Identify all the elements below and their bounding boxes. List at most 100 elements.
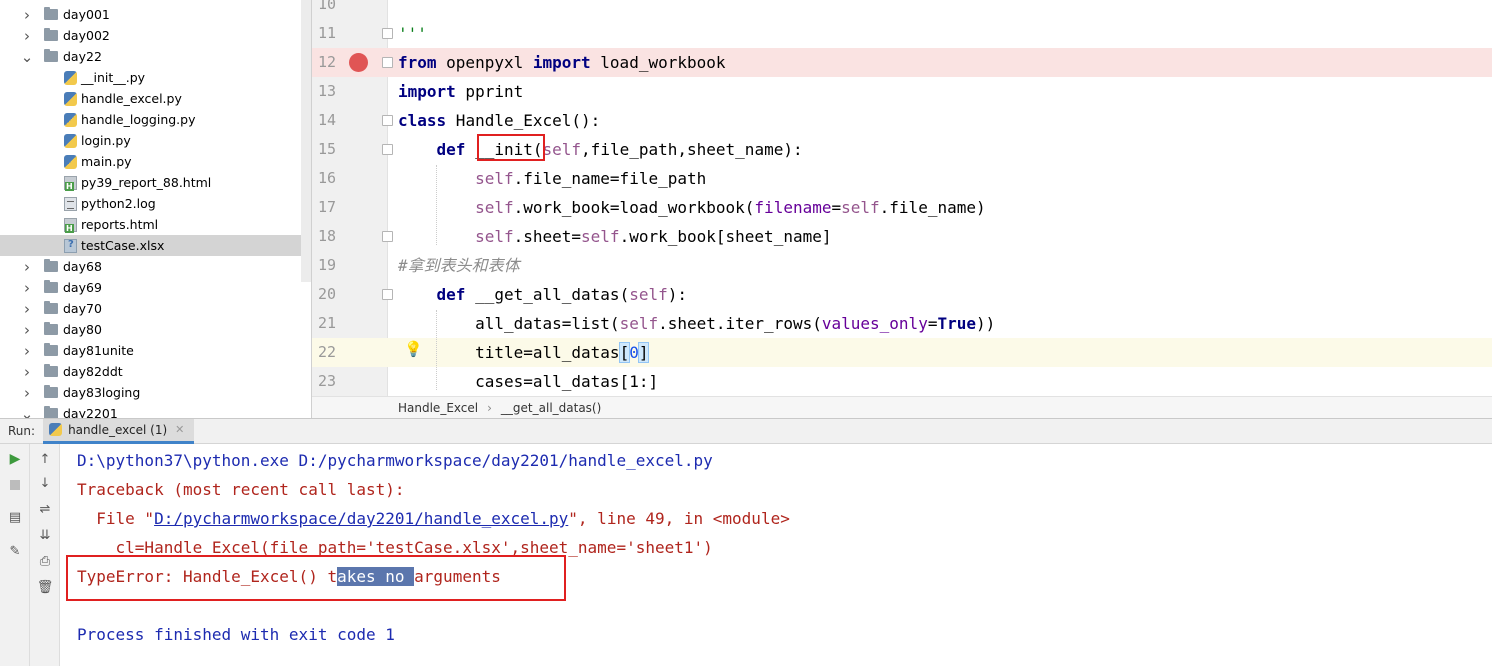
- fold-icon[interactable]: [382, 144, 393, 155]
- tree-file[interactable]: py39_report_88.html: [0, 172, 302, 193]
- tree-file[interactable]: handle_excel.py: [0, 88, 302, 109]
- tree-item-label: day002: [63, 28, 110, 43]
- print-icon[interactable]: ⎙: [30, 550, 60, 572]
- fold-icon[interactable]: [382, 289, 393, 300]
- chevron-right-icon[interactable]: ›: [20, 25, 34, 46]
- tree-folder[interactable]: › day80: [0, 319, 302, 340]
- code-token: all_datas=list(: [398, 314, 620, 333]
- code-line[interactable]: 12 from openpyxl import load_workbook: [312, 48, 1492, 77]
- console-actions: ↑ ↓ ⇌ ⇊ ⎙ 🗑: [30, 444, 60, 666]
- tree-folder[interactable]: ⌄ day22: [0, 46, 302, 67]
- code-token: __get_all_datas(: [465, 285, 630, 304]
- arrow-up-icon[interactable]: ↑: [30, 448, 60, 470]
- breadcrumb-method[interactable]: __get_all_datas(): [501, 401, 601, 415]
- tree-item-label: main.py: [81, 154, 132, 169]
- chevron-down-icon[interactable]: ⌄: [20, 46, 34, 67]
- line-number: 18: [317, 227, 336, 245]
- annotation-box-init: [477, 134, 545, 161]
- fold-icon[interactable]: [382, 28, 393, 39]
- console-line: Process finished with exit code 1: [77, 620, 395, 649]
- tree-file[interactable]: reports.html: [0, 214, 302, 235]
- chevron-right-icon[interactable]: ›: [20, 361, 34, 382]
- arrow-down-icon[interactable]: ↓: [30, 472, 60, 494]
- tree-file[interactable]: python2.log: [0, 193, 302, 214]
- folder-icon: [44, 322, 58, 335]
- code-text: self.sheet=self.work_book[sheet_name]: [398, 222, 831, 251]
- console-output[interactable]: D:\python37\python.exe D:/pycharmworkspa…: [60, 444, 1492, 666]
- line-number: 21: [317, 314, 336, 332]
- layout-icon[interactable]: ▤: [0, 506, 30, 528]
- tree-scrollbar[interactable]: [301, 0, 311, 282]
- tab-run-config[interactable]: handle_excel (1) ✕: [43, 418, 195, 444]
- code-line[interactable]: 11 ''': [312, 19, 1492, 48]
- python-icon: [49, 423, 63, 436]
- code-line[interactable]: 16 self.file_name=file_path: [312, 164, 1492, 193]
- code-line[interactable]: 21 all_datas=list(self.sheet.iter_rows(v…: [312, 309, 1492, 338]
- fold-icon[interactable]: [382, 115, 393, 126]
- chevron-right-icon[interactable]: ›: [20, 340, 34, 361]
- chevron-right-icon[interactable]: ›: [20, 4, 34, 25]
- chevron-right-icon[interactable]: ›: [20, 256, 34, 277]
- scroll-to-end-icon[interactable]: ⇊: [30, 524, 60, 546]
- annotation-box-error: [66, 555, 566, 601]
- breakpoint-icon[interactable]: [349, 53, 368, 72]
- tree-folder[interactable]: ⌄ day2201: [0, 403, 302, 418]
- tree-folder[interactable]: › day70: [0, 298, 302, 319]
- tree-file[interactable]: handle_logging.py: [0, 109, 302, 130]
- line-number: 19: [317, 256, 336, 274]
- code-text: self.file_name=file_path: [398, 164, 706, 193]
- pin-icon[interactable]: ✎: [0, 540, 30, 562]
- file-link[interactable]: D:/pycharmworkspace/day2201/handle_excel…: [154, 509, 568, 528]
- tree-folder[interactable]: › day68: [0, 256, 302, 277]
- code-text: def __get_all_datas(self):: [398, 280, 687, 309]
- code-line[interactable]: 23 cases=all_datas[1:]: [312, 367, 1492, 396]
- console-text: D:\python37\python.exe D:/pycharmworkspa…: [77, 451, 713, 470]
- code-line[interactable]: 10: [312, 0, 1492, 19]
- line-number: 23: [317, 372, 336, 390]
- tree-file[interactable]: main.py: [0, 151, 302, 172]
- console-text: Process finished with exit code 1: [77, 625, 395, 644]
- code-token: def: [436, 285, 466, 304]
- tree-folder[interactable]: › day83loging: [0, 382, 302, 403]
- tree-file[interactable]: __init__.py: [0, 67, 302, 88]
- code-token: self: [841, 198, 880, 217]
- soft-wrap-icon[interactable]: ⇌: [30, 498, 60, 520]
- code-token: title=all_datas: [398, 343, 620, 362]
- code-editor[interactable]: 10 11 ''' 12 from openpyxl import load_workb…: [312, 0, 1492, 418]
- code-text: cases=all_datas[1:]: [398, 367, 658, 396]
- tree-folder[interactable]: › day001: [0, 4, 302, 25]
- fold-icon[interactable]: [382, 231, 393, 242]
- fold-icon[interactable]: [382, 57, 393, 68]
- chevron-right-icon[interactable]: ›: [20, 277, 34, 298]
- code-token: )): [976, 314, 996, 333]
- tree-folder[interactable]: › day81unite: [0, 340, 302, 361]
- code-line[interactable]: 17 self.work_book=load_workbook(filename…: [312, 193, 1492, 222]
- code-line[interactable]: 18 self.sheet=self.work_book[sheet_name]: [312, 222, 1492, 251]
- chevron-right-icon[interactable]: ›: [20, 319, 34, 340]
- breadcrumb-class[interactable]: Handle_Excel: [398, 401, 478, 415]
- tree-file[interactable]: login.py: [0, 130, 302, 151]
- code-line[interactable]: 13 import pprint: [312, 77, 1492, 106]
- code-token: self: [619, 314, 659, 333]
- code-token: =: [831, 198, 842, 217]
- code-line[interactable]: 20 def __get_all_datas(self):: [312, 280, 1492, 309]
- tree-file[interactable]: testCase.xlsx: [0, 235, 311, 256]
- stop-icon[interactable]: [0, 474, 30, 496]
- line-number: 14: [317, 111, 336, 129]
- chevron-right-icon[interactable]: ›: [20, 382, 34, 403]
- close-icon[interactable]: ✕: [175, 423, 184, 436]
- rerun-icon[interactable]: ▶: [0, 448, 30, 470]
- code-token: 0: [629, 343, 639, 362]
- code-text: def __init(self,file_path,sheet_name):: [398, 135, 803, 164]
- code-line[interactable]: 14 class Handle_Excel():: [312, 106, 1492, 135]
- chevron-down-icon[interactable]: ⌄: [20, 403, 34, 419]
- tree-folder[interactable]: › day002: [0, 25, 302, 46]
- project-tree[interactable]: › day001 › day002 ⌄ day22 __init__.py handle_ex…: [0, 0, 312, 418]
- trash-icon[interactable]: 🗑: [30, 576, 60, 598]
- chevron-right-icon[interactable]: ›: [20, 298, 34, 319]
- code-line[interactable]: 22 💡 title=all_datas[0]: [312, 338, 1492, 367]
- code-line[interactable]: 19 #拿到表头和表体: [312, 251, 1492, 280]
- tree-folder[interactable]: › day82ddt: [0, 361, 302, 382]
- tree-folder[interactable]: › day69: [0, 277, 302, 298]
